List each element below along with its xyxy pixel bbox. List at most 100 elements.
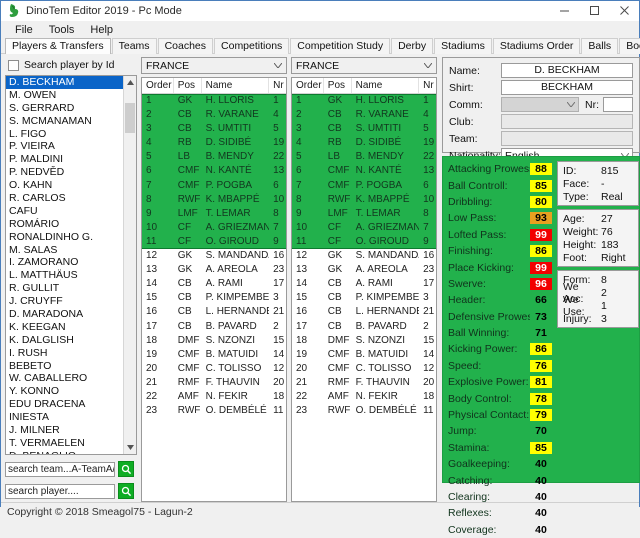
attribute-value[interactable]: 40 bbox=[530, 507, 552, 519]
list-item[interactable]: EDU DRACENA bbox=[6, 398, 123, 411]
table-row[interactable]: 22AMFN. FEKIR18 bbox=[292, 390, 436, 404]
tab-stadiums-order[interactable]: Stadiums Order bbox=[493, 38, 581, 54]
table-row[interactable]: 21RMFF. THAUVIN20 bbox=[292, 376, 436, 390]
table-row[interactable]: 6CMFN. KANTÉ13 bbox=[292, 164, 436, 178]
table-row[interactable]: 20CMFC. TOLISSO12 bbox=[142, 362, 286, 376]
attribute-value[interactable]: 85 bbox=[530, 442, 552, 454]
search-by-id-row[interactable]: Search player by Id bbox=[8, 58, 139, 72]
table-row[interactable]: 12GKS. MANDANDA16 bbox=[142, 249, 286, 263]
attribute-value[interactable]: 70 bbox=[530, 425, 552, 437]
attribute-value[interactable]: 40 bbox=[530, 458, 552, 470]
attribute-value[interactable]: 81 bbox=[530, 376, 552, 388]
attribute-value[interactable]: 88 bbox=[530, 163, 552, 175]
table-row[interactable]: 13GKA. AREOLA23 bbox=[142, 263, 286, 277]
table-row[interactable]: 23RWFO. DEMBÉLÉ11 bbox=[142, 404, 286, 418]
list-item[interactable]: T. VERMAELEN bbox=[6, 437, 123, 450]
list-item[interactable]: W. CABALLERO bbox=[6, 372, 123, 385]
search-team-button[interactable] bbox=[118, 461, 134, 477]
list-item[interactable]: CAFU bbox=[6, 205, 123, 218]
name-field[interactable]: D. BECKHAM bbox=[501, 63, 633, 78]
attribute-value[interactable]: 40 bbox=[530, 524, 552, 536]
tab-derby[interactable]: Derby bbox=[391, 38, 433, 54]
column-header-pos[interactable]: Pos bbox=[324, 78, 352, 93]
list-item[interactable]: BEBETO bbox=[6, 360, 123, 373]
team-field[interactable] bbox=[501, 131, 633, 146]
list-item[interactable]: I. ZAMORANO bbox=[6, 256, 123, 269]
table-row[interactable]: 17CBB. PAVARD2 bbox=[292, 320, 436, 334]
table-row[interactable]: 20CMFC. TOLISSO12 bbox=[292, 362, 436, 376]
table-row[interactable]: 9LMFT. LEMAR8 bbox=[292, 207, 436, 221]
list-item[interactable]: M. SALAS bbox=[6, 244, 123, 257]
minimize-button[interactable] bbox=[549, 1, 579, 20]
attribute-value[interactable]: 79 bbox=[530, 409, 552, 421]
table-row[interactable]: 8RWFK. MBAPPÉ10 bbox=[142, 193, 286, 207]
table-row[interactable]: 18DMFS. NZONZI15 bbox=[142, 334, 286, 348]
table-row[interactable]: 19CMFB. MATUIDI14 bbox=[292, 348, 436, 362]
player-list[interactable]: D. BECKHAMM. OWENS. GERRARDS. MCMANAMANL… bbox=[5, 75, 137, 455]
tab-stadiums[interactable]: Stadiums bbox=[434, 38, 492, 54]
column-header-order[interactable]: Order bbox=[142, 78, 174, 93]
table-row[interactable]: 7CMFP. POGBA6 bbox=[292, 179, 436, 193]
table-row[interactable]: 11CFO. GIROUD9 bbox=[142, 235, 286, 249]
attribute-value[interactable]: 96 bbox=[530, 278, 552, 290]
list-item[interactable]: L. MATTHÄUS bbox=[6, 269, 123, 282]
attribute-value[interactable]: 86 bbox=[530, 343, 552, 355]
attribute-value[interactable]: 99 bbox=[530, 262, 552, 274]
attribute-value[interactable]: 40 bbox=[530, 475, 552, 487]
table-row[interactable]: 2CBR. VARANE4 bbox=[292, 108, 436, 122]
column-header-order[interactable]: Order bbox=[292, 78, 324, 93]
shirt-field[interactable]: BECKHAM bbox=[501, 80, 633, 95]
squad-grid-left[interactable]: Order Pos Name Nr 1GKH. LLORIS12CBR. VAR… bbox=[141, 77, 287, 502]
table-row[interactable]: 21RMFF. THAUVIN20 bbox=[142, 376, 286, 390]
club-field[interactable] bbox=[501, 114, 633, 129]
list-item[interactable]: I. RUSH bbox=[6, 347, 123, 360]
attribute-value[interactable]: 66 bbox=[530, 294, 552, 306]
list-item[interactable]: ROMÁRIO bbox=[6, 218, 123, 231]
table-row[interactable]: 22AMFN. FEKIR18 bbox=[142, 390, 286, 404]
team-select-right[interactable]: FRANCE bbox=[291, 57, 437, 74]
column-header-nr[interactable]: Nr bbox=[269, 78, 286, 93]
list-item[interactable]: J. MILNER bbox=[6, 424, 123, 437]
table-row[interactable]: 15CBP. KIMPEMBE3 bbox=[292, 291, 436, 305]
table-row[interactable]: 1GKH. LLORIS1 bbox=[292, 94, 436, 108]
attribute-value[interactable]: 73 bbox=[530, 311, 552, 323]
list-item[interactable]: D. MARADONA bbox=[6, 308, 123, 321]
table-row[interactable]: 23RWFO. DEMBÉLÉ11 bbox=[292, 404, 436, 418]
table-row[interactable]: 2CBR. VARANE4 bbox=[142, 108, 286, 122]
scrollbar-thumb[interactable] bbox=[125, 103, 135, 133]
attribute-value[interactable]: 80 bbox=[530, 196, 552, 208]
list-item[interactable]: K. KEEGAN bbox=[6, 321, 123, 334]
squad-grid-right[interactable]: Order Pos Name Nr 1GKH. LLORIS12CBR. VAR… bbox=[291, 77, 437, 502]
search-by-id-checkbox[interactable] bbox=[8, 60, 19, 71]
menu-item-help[interactable]: Help bbox=[82, 23, 121, 37]
table-row[interactable]: 10CFA. GRIEZMANN7 bbox=[292, 221, 436, 235]
table-row[interactable]: 5LBB. MENDY22 bbox=[142, 150, 286, 164]
table-row[interactable]: 16CBL. HERNANDEZ21 bbox=[292, 305, 436, 319]
table-row[interactable]: 14CBA. RAMI17 bbox=[142, 277, 286, 291]
tab-competition-study[interactable]: Competition Study bbox=[290, 38, 390, 54]
maximize-button[interactable] bbox=[579, 1, 609, 20]
search-player-input[interactable]: search player.... bbox=[5, 484, 115, 499]
table-row[interactable]: 13GKA. AREOLA23 bbox=[292, 263, 436, 277]
table-row[interactable]: 6CMFN. KANTÉ13 bbox=[142, 164, 286, 178]
column-header-name[interactable]: Name bbox=[202, 78, 270, 93]
attribute-value[interactable]: 93 bbox=[530, 212, 552, 224]
scroll-up-arrow-icon[interactable] bbox=[124, 76, 136, 89]
attribute-value[interactable]: 85 bbox=[530, 180, 552, 192]
table-row[interactable]: 14CBA. RAMI17 bbox=[292, 277, 436, 291]
list-item[interactable]: M. OWEN bbox=[6, 89, 123, 102]
list-item[interactable]: Y. KONNO bbox=[6, 385, 123, 398]
table-row[interactable]: 19CMFB. MATUIDI14 bbox=[142, 348, 286, 362]
table-row[interactable]: 16CBL. HERNANDEZ21 bbox=[142, 305, 286, 319]
comm-select[interactable] bbox=[501, 97, 579, 112]
attribute-value[interactable]: 40 bbox=[530, 491, 552, 503]
table-row[interactable]: 9LMFT. LEMAR8 bbox=[142, 207, 286, 221]
table-row[interactable]: 7CMFP. POGBA6 bbox=[142, 179, 286, 193]
list-item[interactable]: P. MALDINI bbox=[6, 153, 123, 166]
list-item[interactable]: R. GULLIT bbox=[6, 282, 123, 295]
table-row[interactable]: 15CBP. KIMPEMBE3 bbox=[142, 291, 286, 305]
table-row[interactable]: 17CBB. PAVARD2 bbox=[142, 320, 286, 334]
list-item[interactable]: D. BENAGLIO bbox=[6, 450, 123, 454]
menu-item-tools[interactable]: Tools bbox=[41, 23, 83, 37]
list-item[interactable]: S. GERRARD bbox=[6, 102, 123, 115]
